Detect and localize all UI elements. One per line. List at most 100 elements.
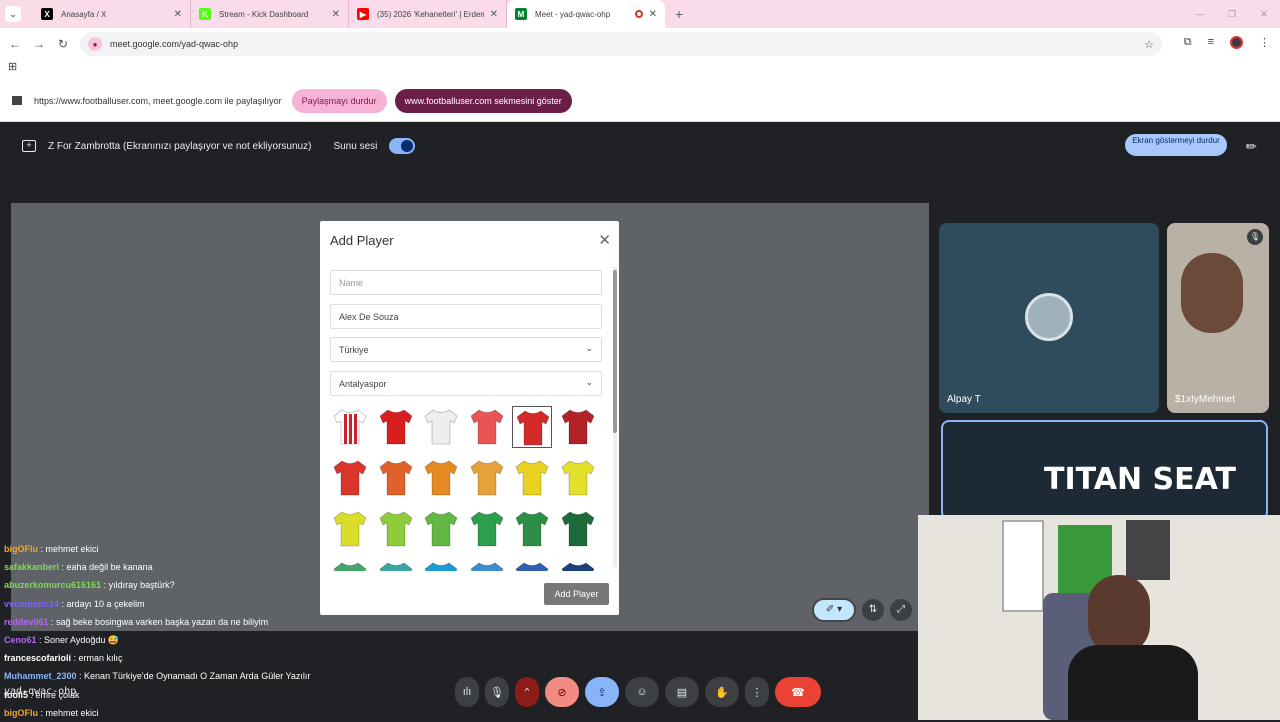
close-tab-icon[interactable]: ✕ xyxy=(332,9,340,20)
new-tab-icon[interactable]: + xyxy=(675,6,683,22)
close-tab-icon[interactable]: ✕ xyxy=(174,9,182,20)
chat-text: : ardayı 10 a çekelim xyxy=(59,598,145,609)
menu-icon[interactable]: ⋮ xyxy=(1259,36,1270,49)
chevron-down-icon: ⌄ xyxy=(585,377,593,387)
address-bar[interactable]: ● meet.google.com/yad-qwac-ohp ☆ xyxy=(80,32,1162,56)
sharing-infobar: https://www.footballuser.com, meet.googl… xyxy=(0,80,1280,122)
forward-icon[interactable]: → xyxy=(27,37,51,51)
tab-title: Meet - yad-qwac-ohp xyxy=(535,9,611,19)
profile-avatar[interactable] xyxy=(1230,36,1243,49)
fullscreen-icon[interactable]: ⤢ xyxy=(890,599,912,621)
reload-icon[interactable]: ↻ xyxy=(51,37,75,51)
presentation-audio-toggle[interactable] xyxy=(389,138,416,154)
participant-tile[interactable]: Alpay T xyxy=(939,223,1159,413)
chat-message: francescofarioli : erman kılıç xyxy=(4,649,444,667)
mic-active-icon: ● xyxy=(88,37,102,51)
captions-icon[interactable]: ▤ xyxy=(665,677,699,707)
club-select[interactable]: Antalyaspor ⌄ xyxy=(330,371,602,396)
present-screen-icon[interactable]: ⇪ xyxy=(585,677,619,707)
recording-icon xyxy=(634,10,643,18)
chevron-up-icon[interactable]: ⌃ xyxy=(515,677,539,707)
name-input[interactable]: Name xyxy=(330,270,602,295)
browser-tab[interactable]: X Anasayfa / X ✕ xyxy=(33,0,191,28)
stop-presenting-button[interactable]: Ekran göstermeyi durdur xyxy=(1125,134,1227,156)
chat-text: : sağ beke bosingwa varken başka yazan d… xyxy=(48,616,269,627)
close-icon[interactable]: ✕ xyxy=(598,231,611,249)
chat-username: vvcomonn14 xyxy=(4,598,60,609)
chat-text: : erman kılıç xyxy=(71,653,123,664)
jersey-option[interactable] xyxy=(512,457,552,499)
camera-off-icon[interactable]: ⊘ xyxy=(545,677,579,707)
media-icon[interactable]: ≡ xyxy=(1208,36,1214,49)
active-speaker-tile[interactable]: TITAN SEAT xyxy=(941,420,1268,520)
emoji-icon[interactable]: ☺ xyxy=(625,677,659,707)
microphone-icon[interactable]: 🎙 xyxy=(485,677,509,707)
jersey-option[interactable] xyxy=(376,406,416,448)
chat-username: abuzerkomurcu616161 xyxy=(4,580,102,591)
chat-message: reddevil61 : sağ beke bosingwa varken ba… xyxy=(4,613,444,631)
chat-text: : Soner Aydoğdu 😅 xyxy=(36,635,120,646)
jersey-option[interactable] xyxy=(467,508,507,550)
jersey-option[interactable] xyxy=(512,559,552,571)
jersey-option[interactable] xyxy=(421,457,461,499)
jersey-option[interactable] xyxy=(512,406,552,448)
jersey-option[interactable] xyxy=(558,457,598,499)
close-tab-icon[interactable]: ✕ xyxy=(649,9,657,20)
jersey-option[interactable] xyxy=(558,559,598,571)
mic-muted-icon: 🎙 xyxy=(1247,229,1263,245)
call-controls: ılı 🎙 ⌃ ⊘ ⇪ ☺ ▤ ✋ ⋮ ☎ xyxy=(455,676,821,708)
stop-sharing-button[interactable]: Paylaşmayı durdur xyxy=(291,88,387,113)
chat-username: safakkanberi xyxy=(4,562,60,573)
back-icon[interactable]: ← xyxy=(3,37,27,51)
browser-tab[interactable]: ▶ (35) 2026 'Kehanetleri' | Erdem Ş... ✕ xyxy=(349,0,507,28)
chat-message: safakkanberi : eaha değil be kanana xyxy=(4,558,444,576)
jersey-option[interactable] xyxy=(330,406,370,448)
annotate-pen-icon[interactable]: ✎ xyxy=(1242,132,1267,157)
bookmark-star-icon[interactable]: ☆ xyxy=(1144,38,1154,51)
modal-title: Add Player xyxy=(330,233,394,248)
more-options-icon[interactable]: ⋮ xyxy=(745,677,769,707)
country-select[interactable]: Türkiye ⌄ xyxy=(330,337,602,362)
jersey-option[interactable] xyxy=(467,457,507,499)
presentation-audio-label: Sunu sesi xyxy=(333,140,378,152)
leave-call-icon[interactable]: ☎ xyxy=(775,677,821,707)
participant-tile[interactable]: 🎙 $1xtyMehmet xyxy=(1167,223,1269,413)
minimize-icon[interactable]: — xyxy=(1184,9,1216,19)
jersey-option[interactable] xyxy=(512,508,552,550)
swap-icon[interactable]: ⇅ xyxy=(862,599,884,621)
audio-settings-icon[interactable]: ılı xyxy=(455,677,479,707)
chat-username: francescofarioli xyxy=(4,653,72,664)
whiteboard xyxy=(1002,520,1044,612)
x-logo-icon: X xyxy=(41,8,53,20)
jersey-option[interactable] xyxy=(558,508,598,550)
close-tab-icon[interactable]: ✕ xyxy=(490,9,498,20)
modal-scrollbar-thumb[interactable] xyxy=(613,270,617,433)
chat-text: : mehmet ekici xyxy=(38,707,99,718)
meeting-code: yad-qwac-ohp xyxy=(4,686,77,697)
jersey-option[interactable] xyxy=(421,406,461,448)
browser-tab[interactable]: M Meet - yad-qwac-ohp ✕ xyxy=(507,0,665,28)
chat-username: bigOFlu xyxy=(4,707,38,718)
brand-banner: TITAN SEAT xyxy=(1044,462,1236,497)
close-window-icon[interactable]: ✕ xyxy=(1248,9,1280,20)
tab-search-icon[interactable]: ⌄ xyxy=(5,6,21,22)
jersey-option[interactable] xyxy=(376,457,416,499)
annotate-tool-button[interactable]: ✐ ▾ xyxy=(812,598,856,622)
chat-username: reddevil61 xyxy=(4,616,49,627)
jersey-option[interactable] xyxy=(330,457,370,499)
add-player-button[interactable]: Add Player xyxy=(544,583,609,605)
jersey-option[interactable] xyxy=(467,559,507,571)
raise-hand-icon[interactable]: ✋ xyxy=(705,677,739,707)
jersey-option[interactable] xyxy=(558,406,598,448)
show-tab-button[interactable]: www.footballuser.com sekmesini göster xyxy=(394,88,572,113)
restore-icon[interactable]: ❐ xyxy=(1216,9,1248,20)
presenter-text: Z For Zambrotta (Ekranınızı paylaşıyor v… xyxy=(48,140,312,152)
chat-text: : eaha değil be kanana xyxy=(59,562,153,573)
chat-username: bigOFlu xyxy=(4,544,38,554)
chat-text: : Kenan Türkiye'de Oynamadı O Zaman Arda… xyxy=(76,671,311,682)
fullname-input[interactable]: Alex De Souza xyxy=(330,304,602,329)
apps-grid-icon[interactable]: ⊞ xyxy=(8,61,17,73)
browser-tab[interactable]: K Stream - Kick Dashboard ✕ xyxy=(191,0,349,28)
jersey-option[interactable] xyxy=(467,406,507,448)
extensions-icon[interactable]: ⧉ xyxy=(1184,36,1192,49)
